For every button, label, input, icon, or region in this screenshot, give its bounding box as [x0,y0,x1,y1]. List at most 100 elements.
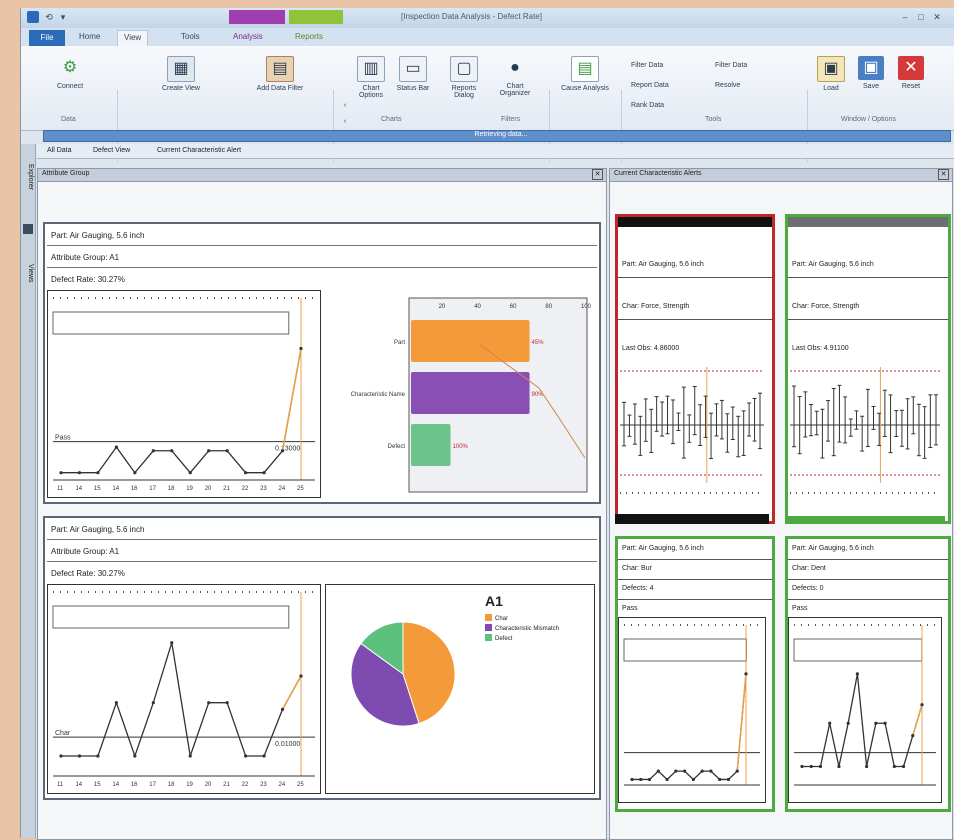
tab-view[interactable]: View [117,30,149,47]
chart-options-label: Chart Options [358,85,384,99]
reports-dialog-button[interactable]: ▢ Reports Dialog [441,56,487,99]
doc-tab-defect-view[interactable]: Defect View [93,147,130,154]
x-tick-label: 19 [186,782,193,788]
x-tick-label: 24 [279,782,286,788]
x-tick-label: 15 [94,782,101,788]
characteristic-alert-card[interactable]: Part: Air Gauging, 5.6 inch Char: Bur De… [615,536,775,812]
data-point [77,471,82,475]
x-tick-label: 22 [242,486,249,492]
alert-defects-label: Defects: 0 [792,585,824,592]
close-button[interactable]: ✕ [931,11,943,23]
bar [411,320,530,362]
add-data-filter-button[interactable]: ▤ Add Data Filter [235,56,325,92]
x-tick-label: 11 [57,486,64,492]
save-button[interactable]: ▣ Save [853,56,889,90]
axis-tick-label: 80 [545,304,552,310]
pane-close-icon[interactable]: ✕ [592,169,603,180]
chart-nav-down-icon[interactable]: ‹ [339,118,351,125]
save-label: Save [863,83,879,90]
alert-char-label: Char: Dent [792,565,826,572]
tab-home[interactable]: Home [79,32,100,44]
tab-file[interactable]: File [29,30,65,46]
ribbon-group-label: Charts [381,116,402,123]
undo-icon[interactable]: ⟲ [43,11,55,23]
monitor-icon: ▭ [399,56,427,82]
data-point [647,777,652,782]
minimize-button[interactable]: – [899,11,911,23]
x-tick-label: 18 [168,486,175,492]
explorer-dock-tab[interactable]: Explorer [22,164,34,204]
run-chart: Pass 0.13000 11 14 15 14 16 17 18 19 20 21 22 23 24 25 [47,290,321,498]
divider [788,319,948,320]
data-point [665,777,669,782]
pane-close-icon[interactable]: ✕ [938,169,949,180]
connect-label: Connect [56,83,84,90]
bar-value-label: 100% [453,444,469,450]
data-point [700,769,704,773]
legend-swatch [485,614,492,621]
ribbon-small-item[interactable]: Rank Data [631,102,664,109]
document-tabs: All Data Defect View Current Characteris… [37,144,954,159]
alert-footer-bar [785,516,945,524]
alert-defects-label: Defects: 4 [622,585,654,592]
data-point [59,754,63,758]
data-point [151,701,155,705]
bar-category-label: Characteristic Name [351,392,406,398]
alert-tag-label: Pass [792,605,808,612]
x-tick-label: 16 [131,782,138,788]
connect-button[interactable]: ⚙ Connect [35,56,105,90]
data-point [865,764,869,769]
x-tick-label: 21 [223,782,230,788]
load-label: Load [823,85,839,92]
group-label: Attribute Group: A1 [47,248,597,268]
data-point [883,721,887,725]
doc-tab-all-data[interactable]: All Data [47,147,72,154]
run-chart [618,617,766,803]
data-point [735,769,739,773]
data-point [674,769,678,773]
reset-button[interactable]: ✕ Reset [893,56,929,90]
data-point [77,754,82,758]
maximize-button[interactable]: □ [915,11,927,23]
network-icon: ⚙ [62,59,78,76]
cause-analysis-button[interactable]: ▤ Cause Analysis [555,56,615,92]
ribbon-small-item[interactable]: Filter Data [631,62,663,69]
chart-options-button[interactable]: ▥ Chart Options [351,56,391,99]
dock-pin-icon[interactable] [23,224,33,234]
tab-reports[interactable]: Reports [295,32,323,44]
divider [618,277,772,278]
document-icon: ▤ [571,56,599,82]
data-point [855,672,859,676]
load-button[interactable]: ▣ Load [813,56,849,92]
chart-nav-up-icon[interactable]: ‹ [339,102,351,109]
characteristic-alert-card[interactable]: Part: Air Gauging, 5.6 inch Char: Force,… [785,214,951,524]
characteristic-alert-card[interactable]: Part: Air Gauging, 5.6 inch Char: Dent D… [785,536,951,812]
alert-part-label: Part: Air Gauging, 5.6 inch [622,545,704,552]
quick-access-dropdown-icon[interactable]: ▾ [57,11,69,23]
ribbon-small-item[interactable]: Resolve [715,82,740,89]
divider [788,579,948,580]
doc-tab-characteristic-alert[interactable]: Current Characteristic Alert [157,147,241,154]
tab-analysis[interactable]: Analysis [233,32,263,44]
data-point [225,701,229,705]
pie-title: A1 [485,593,503,609]
data-point [901,764,906,769]
x-tick-label: 16 [131,486,138,492]
data-point [828,721,832,725]
data-point [207,701,211,705]
characteristic-alert-card[interactable]: Part: Air Gauging, 5.6 inch Char: Force,… [615,214,775,524]
ribbon-small-item[interactable]: Report Data [631,82,669,89]
status-bar-button[interactable]: ▭ Status Bar [393,56,433,92]
run-chart: Char 0.01000 11 14 15 14 16 17 18 19 20 21 22 23 24 25 [47,584,321,794]
x-tick-label: 23 [260,782,267,788]
tab-tools[interactable]: Tools [181,32,200,44]
ribbon-small-item[interactable]: Filter Data [715,62,747,69]
right-pane-title: Current Characteristic Alerts [614,170,702,177]
x-tick-label: 20 [205,782,212,788]
create-view-button[interactable]: ▦ Create View [141,56,221,92]
views-dock-tab[interactable]: Views [22,264,34,304]
chart-organizer-button[interactable]: ● Chart Organizer [491,56,539,97]
bar [411,372,530,414]
pareto-chart: 20 40 60 80 100Part 45%Characteristic Name 90%… [325,290,595,498]
data-point [188,754,192,758]
